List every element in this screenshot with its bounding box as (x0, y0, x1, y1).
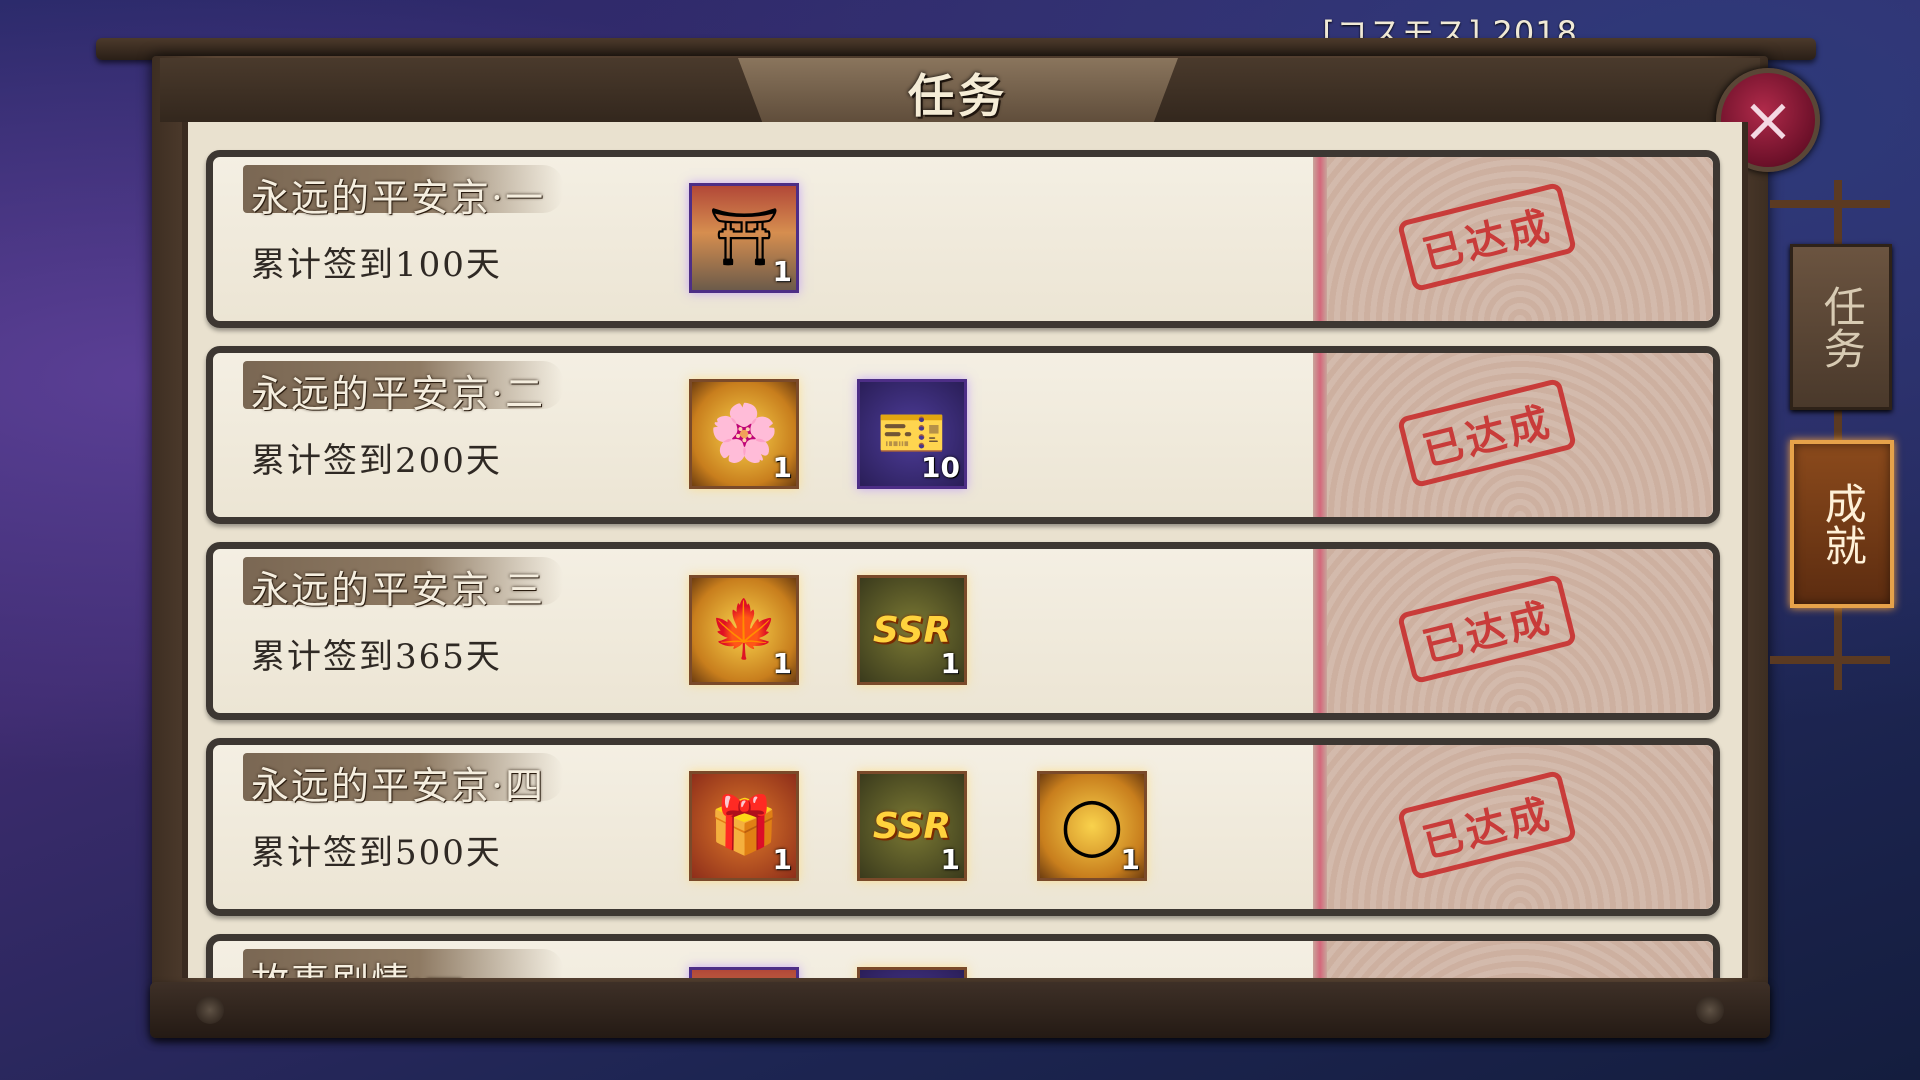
title-plate: 任务 (738, 58, 1178, 128)
reward-count: 1 (772, 647, 792, 680)
reward-count: 10 (921, 451, 960, 484)
reward-item[interactable]: SSR 1 (857, 575, 967, 685)
365-wreath-icon: 🍁 (709, 597, 779, 662)
reward-count: 1 (772, 451, 792, 484)
task-title: 永远的平安京·四 (251, 764, 546, 808)
card-divider (1313, 353, 1327, 517)
task-row[interactable]: 故事剧情·一 ⛩ 🎫 (206, 934, 1724, 978)
task-title: 永远的平安京·三 (251, 568, 546, 612)
rail-knob (196, 996, 224, 1024)
side-tab-beam (1770, 200, 1890, 208)
card-divider (1313, 745, 1327, 909)
reward-item[interactable]: SSR 1 (857, 771, 967, 881)
task-title: 故事剧情·一 (251, 951, 465, 978)
task-row[interactable]: 永远的平安京·二 累计签到200天 🌸 1 🎫 10 已达成 (206, 346, 1724, 524)
task-card: 永远的平安京·三 累计签到365天 🍁 1 SSR 1 已达成 (206, 542, 1720, 720)
reward-item[interactable]: 🎁 1 (689, 771, 799, 881)
reward-item[interactable]: 🌸 1 (689, 379, 799, 489)
reward-item[interactable]: 🎫 10 (857, 379, 967, 489)
ssr-shikigami-icon: SSR (872, 805, 952, 847)
task-description: 累计签到500天 (251, 833, 502, 873)
card-divider (1313, 941, 1327, 978)
page-title: 任务 (908, 69, 1008, 123)
reward-item[interactable]: ⛩ 1 (689, 183, 799, 293)
task-description: 累计签到100天 (251, 245, 502, 285)
ssr-shikigami-icon: SSR (872, 609, 952, 651)
reward-count: 1 (772, 255, 792, 288)
reward-item[interactable]: 🍁 1 (689, 575, 799, 685)
reward-count: 1 (772, 843, 792, 876)
task-card: 故事剧情·一 ⛩ 🎫 (206, 934, 1720, 978)
tab-tasks[interactable]: 任务 (1790, 244, 1892, 410)
card-divider (1313, 549, 1327, 713)
task-description: 累计签到365天 (251, 637, 502, 677)
reward-item[interactable]: ◯ 1 (1037, 771, 1147, 881)
side-tab-beam (1770, 656, 1890, 664)
task-row[interactable]: 永远的平安京·三 累计签到365天 🍁 1 SSR 1 已达成 (206, 542, 1724, 720)
reward-count: 1 (940, 843, 960, 876)
task-card: 永远的平安京·一 累计签到100天 ⛩ 1 已达成 (206, 150, 1720, 328)
tab-achievements-label: 成就 (1818, 482, 1868, 566)
task-title: 永远的平安京·二 (251, 372, 546, 416)
rail-knob (1696, 996, 1724, 1024)
red-gift-chest-icon: 🎁 (709, 793, 779, 858)
task-row[interactable]: 永远的平安京·一 累计签到100天 ⛩ 1 已达成 (206, 150, 1724, 328)
task-title: 永远的平安京·一 (251, 176, 546, 220)
task-card: 永远的平安京·二 累计签到200天 🌸 1 🎫 10 已达成 (206, 346, 1720, 524)
status-zone (1327, 941, 1713, 978)
heian-scenery-icon: ⛩ (708, 205, 780, 270)
reward-item[interactable]: 🎫 (857, 967, 967, 978)
task-card: 永远的平安京·四 累计签到500天 🎁 1 SSR 1 ◯ 1 已达成 (206, 738, 1720, 916)
card-divider (1313, 157, 1327, 321)
task-description: 累计签到200天 (251, 441, 502, 481)
bottom-rail (150, 982, 1770, 1038)
gold-ring-icon: ◯ (1060, 793, 1124, 858)
reward-count: 1 (1120, 843, 1140, 876)
tab-tasks-label: 任务 (1817, 285, 1867, 369)
reward-item[interactable]: ⛩ (689, 967, 799, 978)
tab-achievements[interactable]: 成就 (1790, 440, 1894, 608)
reward-count: 1 (940, 647, 960, 680)
sakura-wreath-icon: 🌸 (709, 401, 779, 466)
task-row[interactable]: 永远的平安京·四 累计签到500天 🎁 1 SSR 1 ◯ 1 已达成 (206, 738, 1724, 916)
close-icon: × (1742, 83, 1794, 156)
task-list[interactable]: 永远的平安京·一 累计签到100天 ⛩ 1 已达成 永远的平安京·二 累计签到2… (182, 122, 1748, 978)
